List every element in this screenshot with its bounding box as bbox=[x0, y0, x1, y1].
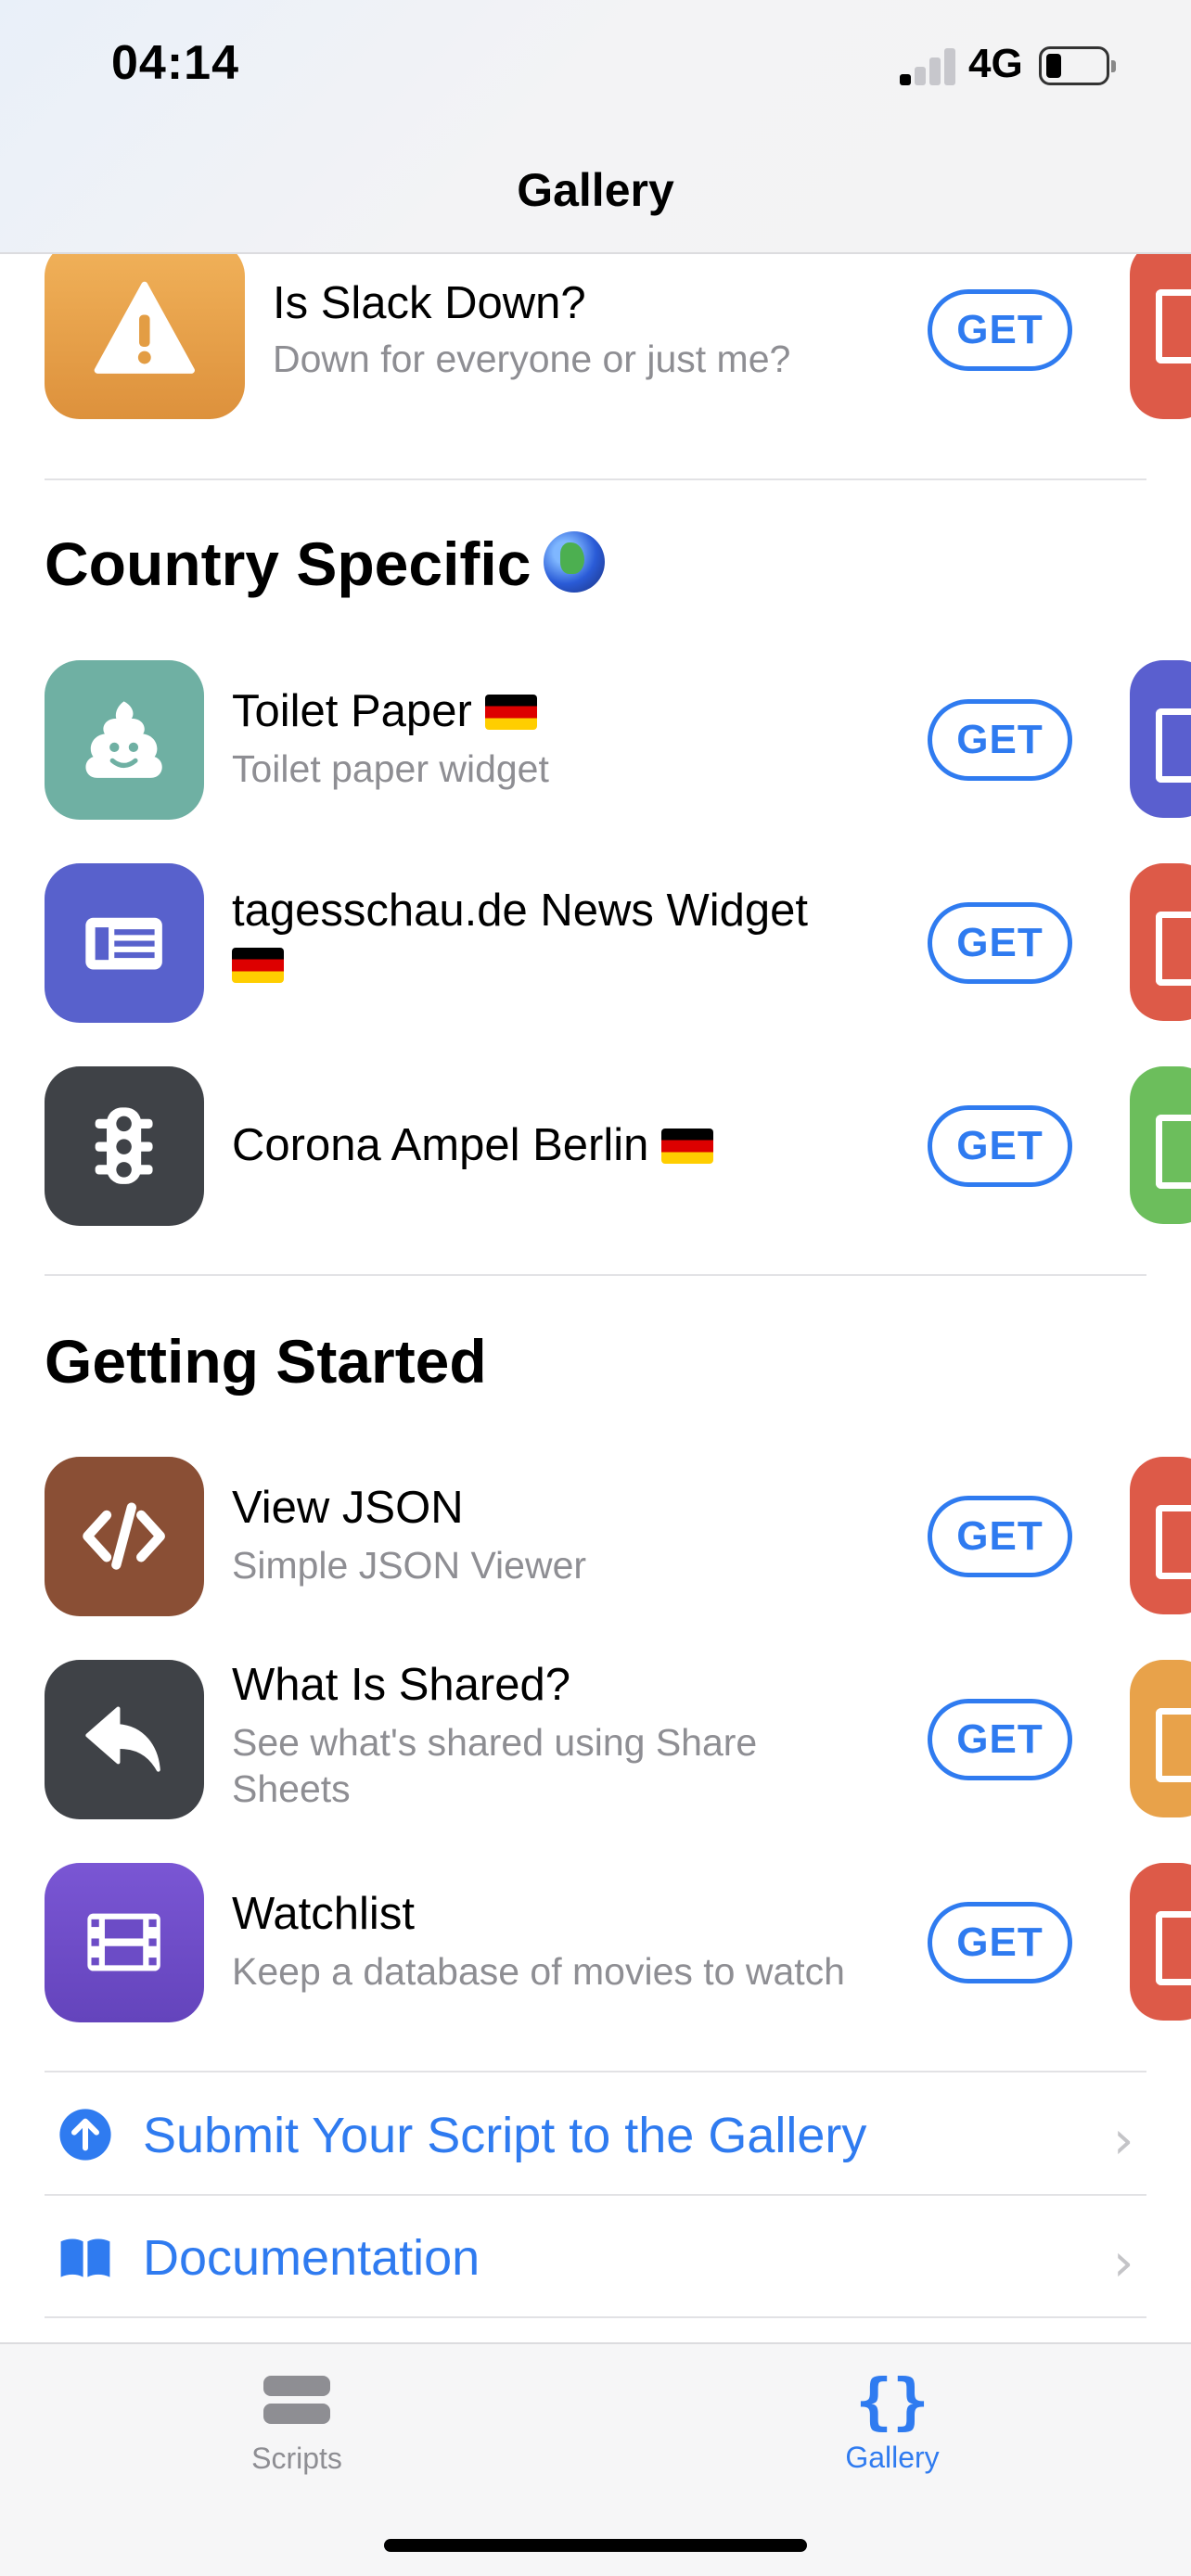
code-icon bbox=[45, 1457, 204, 1616]
item-subtitle: Simple JSON Viewer bbox=[232, 1544, 587, 1587]
get-button[interactable]: GET bbox=[928, 289, 1072, 371]
home-indicator bbox=[384, 2539, 807, 2552]
item-title: Watchlist bbox=[232, 1889, 415, 1939]
carousel-next-peek[interactable] bbox=[1130, 241, 1191, 419]
submit-script-link[interactable]: Submit Your Script to the Gallery › bbox=[0, 2073, 1191, 2194]
germany-flag-icon bbox=[232, 948, 284, 983]
divider bbox=[45, 2316, 1146, 2318]
germany-flag-icon bbox=[484, 695, 537, 730]
list-item-is-slack-down[interactable]: Is Slack Down? Down for everyone or just… bbox=[0, 241, 1191, 430]
section-title-getting-started: Getting Started bbox=[45, 1327, 487, 1396]
tab-scripts[interactable]: Scripts bbox=[186, 2372, 408, 2476]
chevron-right-icon: › bbox=[1113, 2233, 1134, 2293]
reply-arrow-icon bbox=[45, 1660, 204, 1819]
page-title: Gallery bbox=[517, 164, 674, 216]
item-title-text: Toilet Paper bbox=[232, 686, 472, 736]
battery-icon bbox=[1039, 46, 1116, 85]
list-item-what-is-shared[interactable]: What Is Shared? See what's shared using … bbox=[0, 1660, 1191, 1819]
item-title: tagesschau.de News Widget bbox=[232, 884, 881, 991]
list-item-watchlist[interactable]: Watchlist Keep a database of movies to w… bbox=[0, 1863, 1191, 2022]
link-label: Submit Your Script to the Gallery bbox=[143, 2108, 867, 2163]
section-title-country-specific: Country Specific bbox=[45, 529, 606, 599]
item-title: Toilet Paper bbox=[232, 684, 537, 738]
divider bbox=[45, 2071, 1146, 2072]
book-icon bbox=[60, 2238, 110, 2277]
stack-icon bbox=[263, 2376, 330, 2424]
section-title-text: Country Specific bbox=[45, 529, 531, 598]
get-button[interactable]: GET bbox=[928, 1496, 1072, 1577]
tab-label: Scripts bbox=[251, 2442, 342, 2475]
germany-flag-icon bbox=[661, 1129, 714, 1164]
network-type: 4G bbox=[968, 41, 1023, 86]
get-button[interactable]: GET bbox=[928, 1699, 1072, 1780]
status-and-nav-bar: 04:14 4G Gallery bbox=[0, 0, 1191, 254]
divider bbox=[45, 478, 1146, 480]
status-time: 04:14 bbox=[111, 36, 239, 90]
newspaper-icon bbox=[45, 863, 204, 1023]
link-label: Documentation bbox=[143, 2230, 480, 2286]
list-item-view-json[interactable]: View JSON Simple JSON Viewer GET bbox=[0, 1457, 1191, 1616]
get-button[interactable]: GET bbox=[928, 1902, 1072, 1983]
item-title: What Is Shared? bbox=[232, 1660, 570, 1710]
item-title: Is Slack Down? bbox=[273, 278, 586, 328]
carousel-next-peek[interactable] bbox=[1130, 660, 1191, 818]
list-item-toilet-paper[interactable]: Toilet Paper Toilet paper widget GET bbox=[0, 660, 1191, 820]
item-title-text: tagesschau.de News Widget bbox=[232, 886, 808, 936]
carousel-next-peek[interactable] bbox=[1130, 1660, 1191, 1817]
tab-label: Gallery bbox=[845, 2441, 940, 2474]
get-button[interactable]: GET bbox=[928, 699, 1072, 781]
carousel-next-peek[interactable] bbox=[1130, 1457, 1191, 1614]
documentation-link[interactable]: Documentation › bbox=[0, 2196, 1191, 2316]
globe-emoji-icon bbox=[544, 531, 606, 593]
get-button[interactable]: GET bbox=[928, 902, 1072, 984]
item-title-text: Corona Ampel Berlin bbox=[232, 1120, 649, 1170]
item-title: View JSON bbox=[232, 1483, 464, 1533]
film-icon bbox=[45, 1863, 204, 2022]
traffic-light-icon bbox=[45, 1066, 204, 1226]
warning-icon bbox=[45, 241, 245, 419]
tab-gallery[interactable]: {} Gallery bbox=[781, 2366, 1004, 2475]
poop-icon bbox=[45, 660, 204, 820]
chevron-right-icon: › bbox=[1113, 2111, 1134, 2171]
item-title: Corona Ampel Berlin bbox=[232, 1118, 714, 1172]
carousel-next-peek[interactable] bbox=[1130, 1066, 1191, 1224]
list-item-corona-ampel[interactable]: Corona Ampel Berlin GET bbox=[0, 1066, 1191, 1226]
get-button[interactable]: GET bbox=[928, 1105, 1072, 1187]
carousel-next-peek[interactable] bbox=[1130, 1863, 1191, 2021]
item-subtitle: Down for everyone or just me? bbox=[273, 338, 791, 380]
list-item-tagesschau[interactable]: tagesschau.de News Widget GET bbox=[0, 863, 1191, 1023]
cellular-signal-icon bbox=[900, 48, 957, 85]
item-subtitle: See what's shared using Share Sheets bbox=[232, 1721, 758, 1810]
item-subtitle: Keep a database of movies to watch bbox=[232, 1950, 845, 1993]
braces-icon: {} bbox=[855, 2366, 929, 2437]
upload-arrow-icon bbox=[59, 2109, 111, 2161]
carousel-next-peek[interactable] bbox=[1130, 863, 1191, 1021]
divider bbox=[45, 1274, 1146, 1276]
item-subtitle: Toilet paper widget bbox=[232, 747, 549, 790]
